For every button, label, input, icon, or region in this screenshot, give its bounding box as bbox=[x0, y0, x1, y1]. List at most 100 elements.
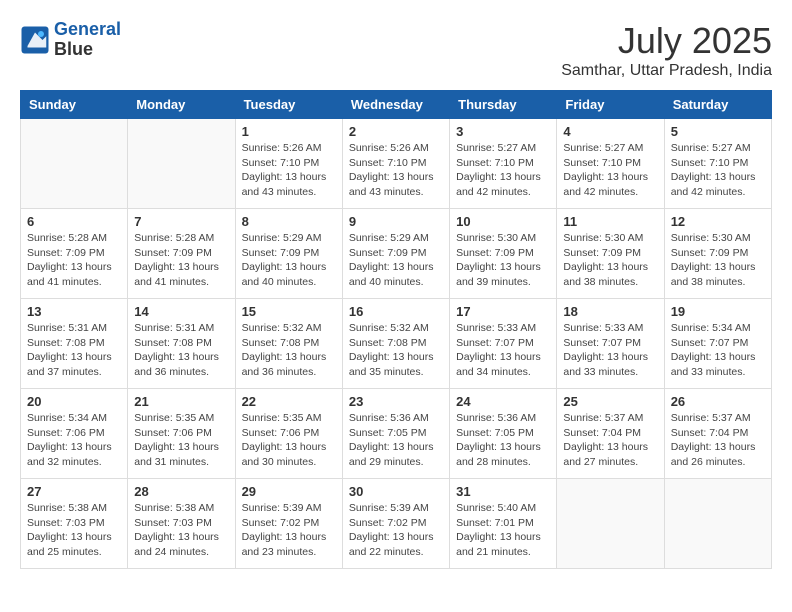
day-number: 25 bbox=[563, 394, 657, 409]
day-number: 31 bbox=[456, 484, 550, 499]
day-info: Sunrise: 5:27 AM Sunset: 7:10 PM Dayligh… bbox=[563, 141, 657, 200]
day-info: Sunrise: 5:31 AM Sunset: 7:08 PM Dayligh… bbox=[134, 321, 228, 380]
calendar-cell: 28 Sunrise: 5:38 AM Sunset: 7:03 PM Dayli… bbox=[128, 479, 235, 569]
day-number: 18 bbox=[563, 304, 657, 319]
weekday-header-monday: Monday bbox=[128, 91, 235, 119]
calendar-cell: 5Sunrise: 5:27 AM Sunset: 7:10 PM Daylig… bbox=[664, 119, 771, 209]
week-row-3: 13 Sunrise: 5:31 AM Sunset: 7:08 PM Dayli… bbox=[21, 299, 772, 389]
day-number: 29 bbox=[242, 484, 336, 499]
day-info: Sunrise: 5:37 AM Sunset: 7:04 PM Dayligh… bbox=[563, 411, 657, 470]
calendar-cell: 30 Sunrise: 5:39 AM Sunset: 7:02 PM Dayli… bbox=[342, 479, 449, 569]
calendar-cell: 3 Sunrise: 5:27 AM Sunset: 7:10 PM Daylig… bbox=[450, 119, 557, 209]
day-info: Sunrise: 5:38 AM Sunset: 7:03 PM Dayligh… bbox=[27, 501, 121, 560]
day-info: Sunrise: 5:36 AM Sunset: 7:05 PM Dayligh… bbox=[456, 411, 550, 470]
calendar-cell: 27 Sunrise: 5:38 AM Sunset: 7:03 PM Dayli… bbox=[21, 479, 128, 569]
calendar-cell: 1 Sunrise: 5:26 AM Sunset: 7:10 PM Daylig… bbox=[235, 119, 342, 209]
day-number: 11 bbox=[563, 214, 657, 229]
page-header: General Blue July 2025 Samthar, Uttar Pr… bbox=[20, 20, 772, 80]
day-info: Sunrise: 5:34 AM Sunset: 7:06 PM Dayligh… bbox=[27, 411, 121, 470]
day-info: Sunrise: 5:35 AM Sunset: 7:06 PM Dayligh… bbox=[134, 411, 228, 470]
calendar-table: SundayMondayTuesdayWednesdayThursdayFrid… bbox=[20, 90, 772, 569]
day-info: Sunrise: 5:30 AM Sunset: 7:09 PM Dayligh… bbox=[563, 231, 657, 290]
day-number: 22 bbox=[242, 394, 336, 409]
day-number: 6 bbox=[27, 214, 121, 229]
day-number: 2 bbox=[349, 124, 443, 139]
location-subtitle: Samthar, Uttar Pradesh, India bbox=[561, 62, 772, 80]
day-info: Sunrise: 5:33 AM Sunset: 7:07 PM Dayligh… bbox=[456, 321, 550, 380]
calendar-cell bbox=[664, 479, 771, 569]
calendar-cell: 17 Sunrise: 5:33 AM Sunset: 7:07 PM Dayli… bbox=[450, 299, 557, 389]
weekday-header-friday: Friday bbox=[557, 91, 664, 119]
month-title: July 2025 bbox=[561, 20, 772, 62]
day-number: 3 bbox=[456, 124, 550, 139]
day-number: 20 bbox=[27, 394, 121, 409]
day-number: 28 bbox=[134, 484, 228, 499]
day-info: Sunrise: 5:30 AM Sunset: 7:09 PM Dayligh… bbox=[671, 231, 765, 290]
day-info: Sunrise: 5:29 AM Sunset: 7:09 PM Dayligh… bbox=[242, 231, 336, 290]
day-number: 12 bbox=[671, 214, 765, 229]
day-info: Sunrise: 5:40 AM Sunset: 7:01 PM Dayligh… bbox=[456, 501, 550, 560]
week-row-5: 27 Sunrise: 5:38 AM Sunset: 7:03 PM Dayli… bbox=[21, 479, 772, 569]
day-info: Sunrise: 5:28 AM Sunset: 7:09 PM Dayligh… bbox=[134, 231, 228, 290]
day-info: Sunrise: 5:39 AM Sunset: 7:02 PM Dayligh… bbox=[349, 501, 443, 560]
calendar-cell: 8Sunrise: 5:29 AM Sunset: 7:09 PM Daylig… bbox=[235, 209, 342, 299]
logo: General Blue bbox=[20, 20, 121, 60]
logo-text: General Blue bbox=[54, 20, 121, 60]
calendar-cell: 6 Sunrise: 5:28 AM Sunset: 7:09 PM Daylig… bbox=[21, 209, 128, 299]
calendar-cell: 26Sunrise: 5:37 AM Sunset: 7:04 PM Dayli… bbox=[664, 389, 771, 479]
day-info: Sunrise: 5:27 AM Sunset: 7:10 PM Dayligh… bbox=[671, 141, 765, 200]
calendar-cell: 23Sunrise: 5:36 AM Sunset: 7:05 PM Dayli… bbox=[342, 389, 449, 479]
day-info: Sunrise: 5:38 AM Sunset: 7:03 PM Dayligh… bbox=[134, 501, 228, 560]
day-info: Sunrise: 5:33 AM Sunset: 7:07 PM Dayligh… bbox=[563, 321, 657, 380]
day-number: 23 bbox=[349, 394, 443, 409]
day-number: 26 bbox=[671, 394, 765, 409]
day-info: Sunrise: 5:32 AM Sunset: 7:08 PM Dayligh… bbox=[349, 321, 443, 380]
day-info: Sunrise: 5:39 AM Sunset: 7:02 PM Dayligh… bbox=[242, 501, 336, 560]
calendar-cell: 21 Sunrise: 5:35 AM Sunset: 7:06 PM Dayli… bbox=[128, 389, 235, 479]
day-number: 17 bbox=[456, 304, 550, 319]
day-info: Sunrise: 5:28 AM Sunset: 7:09 PM Dayligh… bbox=[27, 231, 121, 290]
day-number: 1 bbox=[242, 124, 336, 139]
calendar-cell: 22 Sunrise: 5:35 AM Sunset: 7:06 PM Dayli… bbox=[235, 389, 342, 479]
calendar-cell: 16 Sunrise: 5:32 AM Sunset: 7:08 PM Dayli… bbox=[342, 299, 449, 389]
calendar-header-row: SundayMondayTuesdayWednesdayThursdayFrid… bbox=[21, 91, 772, 119]
day-number: 9 bbox=[349, 214, 443, 229]
title-block: July 2025 Samthar, Uttar Pradesh, India bbox=[561, 20, 772, 80]
calendar-cell bbox=[128, 119, 235, 209]
calendar-cell: 4 Sunrise: 5:27 AM Sunset: 7:10 PM Daylig… bbox=[557, 119, 664, 209]
calendar-cell: 9 Sunrise: 5:29 AM Sunset: 7:09 PM Daylig… bbox=[342, 209, 449, 299]
calendar-cell bbox=[557, 479, 664, 569]
day-info: Sunrise: 5:34 AM Sunset: 7:07 PM Dayligh… bbox=[671, 321, 765, 380]
day-info: Sunrise: 5:35 AM Sunset: 7:06 PM Dayligh… bbox=[242, 411, 336, 470]
calendar-cell: 25 Sunrise: 5:37 AM Sunset: 7:04 PM Dayli… bbox=[557, 389, 664, 479]
day-number: 13 bbox=[27, 304, 121, 319]
day-info: Sunrise: 5:31 AM Sunset: 7:08 PM Dayligh… bbox=[27, 321, 121, 380]
calendar-cell: 11 Sunrise: 5:30 AM Sunset: 7:09 PM Dayli… bbox=[557, 209, 664, 299]
calendar-cell: 20 Sunrise: 5:34 AM Sunset: 7:06 PM Dayli… bbox=[21, 389, 128, 479]
calendar-cell: 18 Sunrise: 5:33 AM Sunset: 7:07 PM Dayli… bbox=[557, 299, 664, 389]
calendar-cell: 14Sunrise: 5:31 AM Sunset: 7:08 PM Dayli… bbox=[128, 299, 235, 389]
weekday-header-sunday: Sunday bbox=[21, 91, 128, 119]
day-number: 7 bbox=[134, 214, 228, 229]
day-info: Sunrise: 5:26 AM Sunset: 7:10 PM Dayligh… bbox=[242, 141, 336, 200]
calendar-cell: 12 Sunrise: 5:30 AM Sunset: 7:09 PM Dayli… bbox=[664, 209, 771, 299]
calendar-cell bbox=[21, 119, 128, 209]
calendar-cell: 15Sunrise: 5:32 AM Sunset: 7:08 PM Dayli… bbox=[235, 299, 342, 389]
day-number: 4 bbox=[563, 124, 657, 139]
day-number: 27 bbox=[27, 484, 121, 499]
day-number: 16 bbox=[349, 304, 443, 319]
day-info: Sunrise: 5:27 AM Sunset: 7:10 PM Dayligh… bbox=[456, 141, 550, 200]
calendar-cell: 10Sunrise: 5:30 AM Sunset: 7:09 PM Dayli… bbox=[450, 209, 557, 299]
day-number: 19 bbox=[671, 304, 765, 319]
day-number: 30 bbox=[349, 484, 443, 499]
calendar-cell: 7 Sunrise: 5:28 AM Sunset: 7:09 PM Daylig… bbox=[128, 209, 235, 299]
week-row-4: 20 Sunrise: 5:34 AM Sunset: 7:06 PM Dayli… bbox=[21, 389, 772, 479]
day-number: 21 bbox=[134, 394, 228, 409]
weekday-header-wednesday: Wednesday bbox=[342, 91, 449, 119]
day-info: Sunrise: 5:26 AM Sunset: 7:10 PM Dayligh… bbox=[349, 141, 443, 200]
logo-icon bbox=[20, 25, 50, 55]
day-info: Sunrise: 5:29 AM Sunset: 7:09 PM Dayligh… bbox=[349, 231, 443, 290]
day-info: Sunrise: 5:32 AM Sunset: 7:08 PM Dayligh… bbox=[242, 321, 336, 380]
calendar-cell: 31 Sunrise: 5:40 AM Sunset: 7:01 PM Dayli… bbox=[450, 479, 557, 569]
day-number: 24 bbox=[456, 394, 550, 409]
